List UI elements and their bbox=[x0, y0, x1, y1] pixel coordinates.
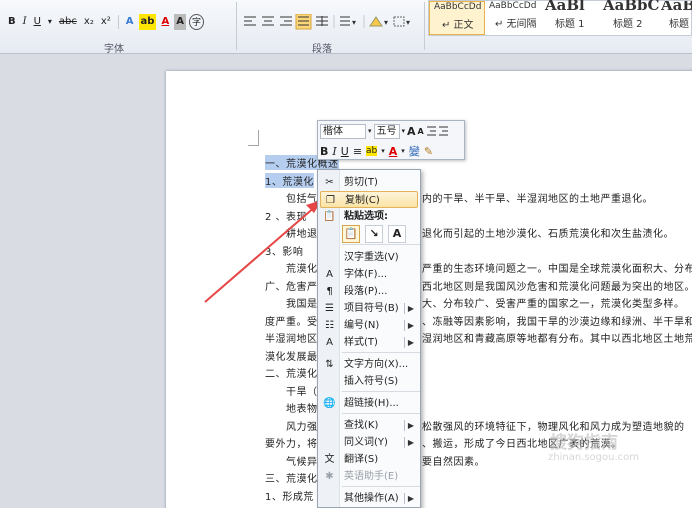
context-menu-item[interactable]: ⇅ 文字方向(X)... bbox=[320, 356, 418, 373]
context-menu: ✂ 剪切(T) ❐ 复制(C) 📋 粘贴选项: 汉字重选(V) A 字体(F)... ¶ 段落(P)… bbox=[317, 169, 421, 508]
context-menu-item[interactable]: 查找(K) ▶ bbox=[320, 417, 418, 434]
text-direction-icon: ⇅ bbox=[325, 359, 334, 370]
shrink-font-button[interactable]: A bbox=[418, 127, 424, 136]
mini-size-select[interactable]: 五号 bbox=[373, 123, 400, 139]
context-menu-item-label: 查找(K) bbox=[344, 420, 379, 431]
menu-separator bbox=[342, 391, 420, 392]
mini-underline-button[interactable]: U bbox=[341, 145, 349, 158]
mini-font-color-button[interactable]: A bbox=[389, 145, 398, 158]
chevron-right-icon: ▶ bbox=[407, 321, 414, 330]
context-menu-item[interactable]: ❐ 复制(C) bbox=[320, 191, 418, 208]
menu-separator bbox=[342, 352, 420, 353]
menu-separator bbox=[342, 486, 420, 487]
mini-center-button[interactable]: ≡ bbox=[353, 145, 362, 158]
menu-separator bbox=[342, 413, 420, 414]
paste-merge-icon[interactable]: ↘ bbox=[365, 225, 383, 243]
paste-text-only-icon[interactable]: A bbox=[388, 225, 406, 243]
chevron-down-icon[interactable]: ▾ bbox=[368, 127, 372, 135]
word-window: { "ribbon": { "font_group": { "label": "… bbox=[0, 0, 692, 508]
scissors-icon: ✂ bbox=[325, 177, 334, 188]
paste-keep-source-icon[interactable]: 📋 bbox=[342, 225, 360, 243]
chevron-right-icon: ▶ bbox=[407, 438, 414, 447]
paste-icon: 📋 bbox=[323, 211, 336, 222]
paragraph-icon: ¶ bbox=[326, 286, 333, 297]
context-menu-item-label: 项目符号(B) bbox=[344, 303, 399, 314]
context-menu-item-label: 英语助手(E) bbox=[344, 471, 399, 482]
context-menu-item-label: 汉字重选(V) bbox=[344, 252, 399, 263]
mini-bold-button[interactable]: B bbox=[320, 145, 328, 158]
context-menu-item-label: 样式(T) bbox=[344, 337, 378, 348]
translate-icon: 文 bbox=[324, 454, 335, 465]
context-menu-item-label: 字体(F)... bbox=[344, 269, 388, 280]
context-menu-item[interactable]: ☷ 编号(N) ▶ bbox=[320, 317, 418, 334]
context-menu-item[interactable]: A 字体(F)... bbox=[320, 266, 418, 283]
chevron-right-icon: ▶ bbox=[407, 421, 414, 430]
mini-font-select[interactable]: 楷体 bbox=[320, 123, 366, 139]
watermark-url: zhinan.sogou.com bbox=[548, 452, 640, 463]
font-icon: A bbox=[326, 269, 333, 280]
watermark-brand: 搜狗指南 bbox=[550, 433, 618, 453]
context-menu-item[interactable]: A 样式(T) ▶ bbox=[320, 334, 418, 351]
mini-highlight-button[interactable]: ab bbox=[366, 146, 378, 156]
english-assistant-icon: ✱ bbox=[325, 471, 334, 482]
styles-icon: A bbox=[326, 337, 333, 348]
mini-phonetic-button[interactable]: 變 bbox=[409, 143, 420, 159]
context-menu-item-label: 剪切(T) bbox=[344, 177, 378, 188]
context-menu-item[interactable]: 文翻译(S) bbox=[320, 451, 418, 468]
context-menu-item-label: 翻译(S) bbox=[344, 454, 379, 465]
mini-italic-button[interactable]: I bbox=[332, 145, 336, 158]
indent-buttons-icon[interactable] bbox=[426, 125, 450, 137]
context-menu-item-label: 超链接(H)... bbox=[344, 398, 399, 409]
context-menu-item[interactable]: ¶ 段落(P)... bbox=[320, 283, 418, 300]
menu-separator bbox=[342, 244, 420, 245]
context-menu-item[interactable]: 🌐 超链接(H)... bbox=[320, 395, 418, 412]
context-menu-item-label: 粘贴选项: bbox=[344, 211, 388, 222]
copy-icon: ❐ bbox=[326, 195, 335, 206]
context-menu-item: 📋 粘贴选项: bbox=[320, 208, 418, 225]
context-menu-item[interactable]: 其他操作(A) ▶ bbox=[320, 490, 418, 507]
context-menu-item-label: 编号(N) bbox=[344, 320, 380, 331]
context-menu-item[interactable]: ☰ 项目符号(B) ▶ bbox=[320, 300, 418, 317]
numbering-icon: ☷ bbox=[325, 320, 334, 331]
format-painter-icon[interactable]: ✎ bbox=[424, 145, 433, 158]
bullets-icon: ☰ bbox=[325, 303, 334, 314]
context-menu-item[interactable]: ✱ 英语助手(E) bbox=[320, 468, 418, 485]
context-menu-item-label: 其他操作(A) bbox=[344, 493, 399, 504]
context-menu-item-label: 插入符号(S) bbox=[344, 376, 399, 387]
chevron-down-icon[interactable]: ▾ bbox=[402, 127, 406, 135]
context-menu-item-label: 段落(P)... bbox=[344, 286, 388, 297]
context-menu-item[interactable]: 同义词(Y) ▶ bbox=[320, 434, 418, 451]
chevron-right-icon: ▶ bbox=[407, 338, 414, 347]
context-menu-item[interactable]: 汉字重选(V) bbox=[320, 249, 418, 266]
context-menu-item[interactable]: ✂ 剪切(T) bbox=[320, 174, 418, 191]
context-menu-item[interactable]: 插入符号(S) bbox=[320, 373, 418, 390]
chevron-right-icon: ▶ bbox=[407, 304, 414, 313]
context-menu-item-label: 同义词(Y) bbox=[344, 437, 388, 448]
grow-font-button[interactable]: A bbox=[407, 125, 416, 138]
mini-toolbar: 楷体 ▾ 五号 ▾ A A B I U ≡ ab ▾ A ▾ 變 ✎ bbox=[317, 120, 465, 160]
hyperlink-icon: 🌐 bbox=[323, 398, 336, 409]
context-menu-item-label: 复制(C) bbox=[345, 195, 380, 206]
chevron-right-icon: ▶ bbox=[407, 494, 414, 503]
context-menu-item-label: 文字方向(X)... bbox=[344, 359, 409, 370]
